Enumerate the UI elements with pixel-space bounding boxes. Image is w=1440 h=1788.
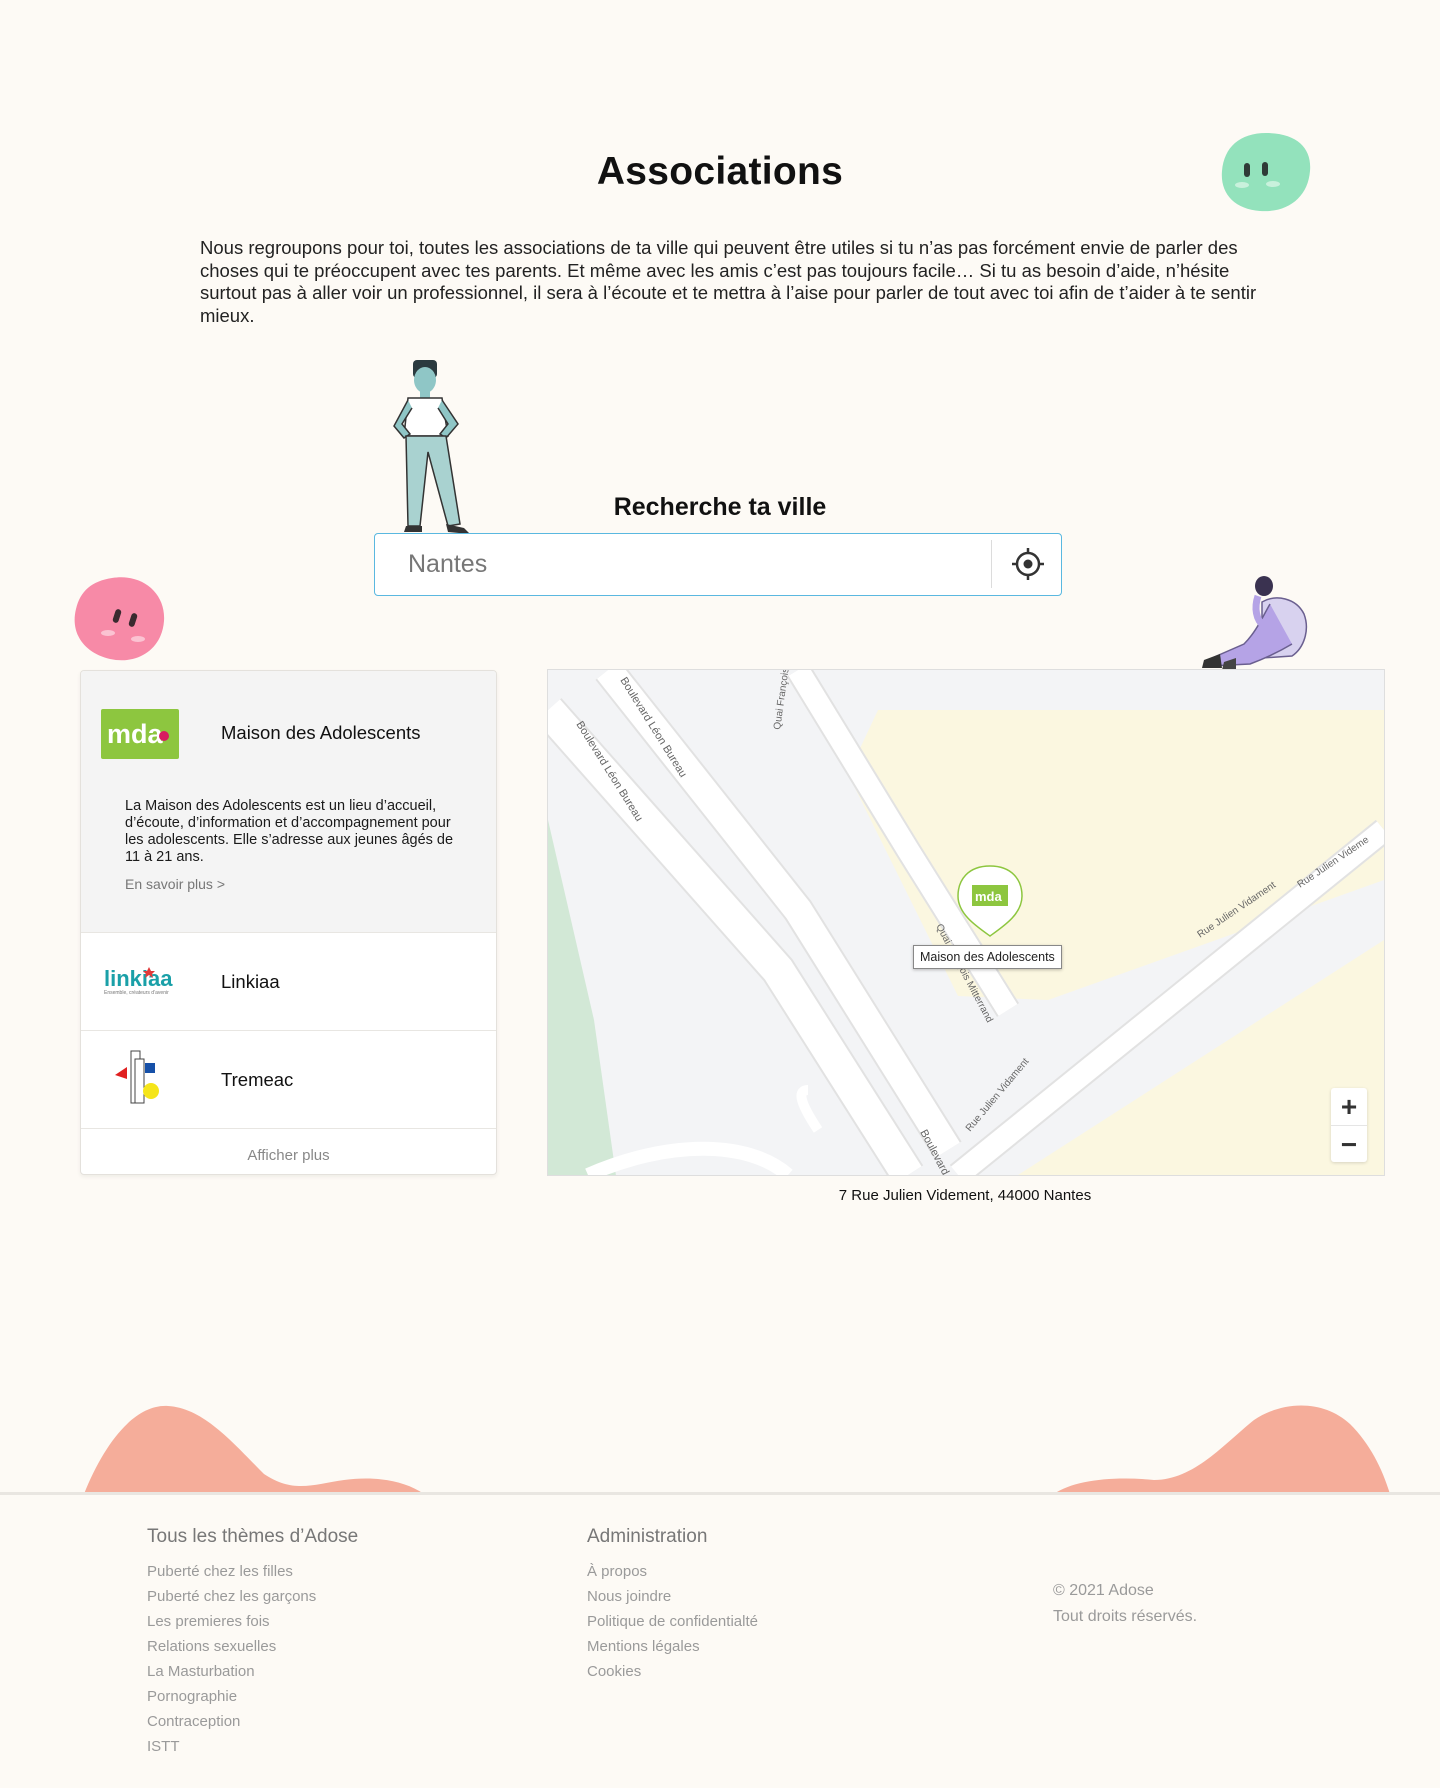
footer-wave-right	[1054, 1405, 1390, 1494]
map-tiles: Boulevard Léon Bureau Boulevard Léon Bur…	[548, 670, 1384, 1175]
footer-link[interactable]: Contraception	[147, 1713, 240, 1730]
associations-list: mda Maison des Adolescents La Maison des…	[80, 670, 497, 1175]
footer-link[interactable]: Pornographie	[147, 1688, 237, 1705]
association-name: Maison des Adolescents	[221, 722, 421, 743]
show-more-button[interactable]: Afficher plus	[81, 1147, 496, 1164]
rights-reserved: Tout droits réservés.	[1053, 1608, 1198, 1625]
locate-me-button[interactable]	[1005, 542, 1051, 586]
footer-admin-heading: Administration	[587, 1526, 708, 1547]
association-name: Tremeac	[221, 1069, 294, 1090]
sitting-person-illustration	[1202, 576, 1308, 670]
footer-link[interactable]: Les premieres fois	[147, 1613, 270, 1630]
svg-text:Ensemble, créateurs d’avenir: Ensemble, créateurs d’avenir	[104, 990, 169, 996]
pink-blob-icon	[74, 577, 165, 661]
footer-wave-left	[84, 1405, 424, 1494]
footer-link[interactable]: ISTT	[147, 1738, 180, 1755]
zoom-control: + −	[1331, 1088, 1367, 1162]
svg-text:mda: mda	[975, 889, 1003, 904]
linkiaa-logo: linkiaa Ensemble, créateurs d’avenir	[104, 966, 173, 996]
mda-logo: mda	[101, 709, 179, 759]
footer-link[interactable]: Puberté chez les garçons	[147, 1588, 316, 1605]
svg-text:mda: mda	[107, 719, 164, 749]
svg-text:linkiaa: linkiaa	[104, 966, 173, 991]
footer-divider	[0, 1492, 1440, 1495]
zoom-in-button[interactable]: +	[1331, 1088, 1367, 1126]
footer-link[interactable]: À propos	[587, 1563, 647, 1580]
footer-link[interactable]: Relations sexuelles	[147, 1638, 276, 1655]
footer-link[interactable]: Nous joindre	[587, 1588, 671, 1605]
association-item-mda[interactable]: mda Maison des Adolescents La Maison des…	[81, 671, 496, 933]
footer-link[interactable]: La Masturbation	[147, 1663, 255, 1680]
footer-themes-heading: Tous les thèmes d’Adose	[147, 1526, 359, 1547]
footer-link[interactable]: Cookies	[587, 1663, 641, 1680]
zoom-out-button[interactable]: −	[1331, 1126, 1367, 1163]
association-name: Linkiaa	[221, 971, 280, 992]
intro-text: Nous regroupons pour toi, toutes les ass…	[200, 237, 1257, 326]
city-search-input[interactable]	[375, 534, 989, 594]
search-label: Recherche ta ville	[613, 493, 827, 521]
page-title: Associations	[596, 150, 844, 193]
association-description: La Maison des Adolescents est un lieu d’…	[125, 798, 454, 865]
map[interactable]: Boulevard Léon Bureau Boulevard Léon Bur…	[547, 669, 1385, 1176]
city-search-box	[374, 533, 1062, 596]
learn-more-link[interactable]: En savoir plus >	[125, 876, 225, 892]
footer-link[interactable]: Puberté chez les filles	[147, 1563, 293, 1580]
crosshair-icon	[1012, 548, 1044, 580]
copyright: © 2021 Adose	[1053, 1582, 1154, 1599]
marker-tooltip: Maison des Adolescents	[913, 945, 1062, 969]
tremeac-logo	[115, 1050, 159, 1104]
search-divider	[991, 540, 992, 588]
selected-address: 7 Rue Julien Videment, 44000 Nantes	[838, 1187, 1092, 1204]
footer-link[interactable]: Mentions légales	[587, 1638, 700, 1655]
footer-link[interactable]: Politique de confidentialté	[587, 1613, 758, 1630]
association-item-tremeac[interactable]: Tremeac	[81, 1031, 496, 1129]
association-item-linkiaa[interactable]: linkiaa Ensemble, créateurs d’avenir Lin…	[81, 933, 496, 1031]
